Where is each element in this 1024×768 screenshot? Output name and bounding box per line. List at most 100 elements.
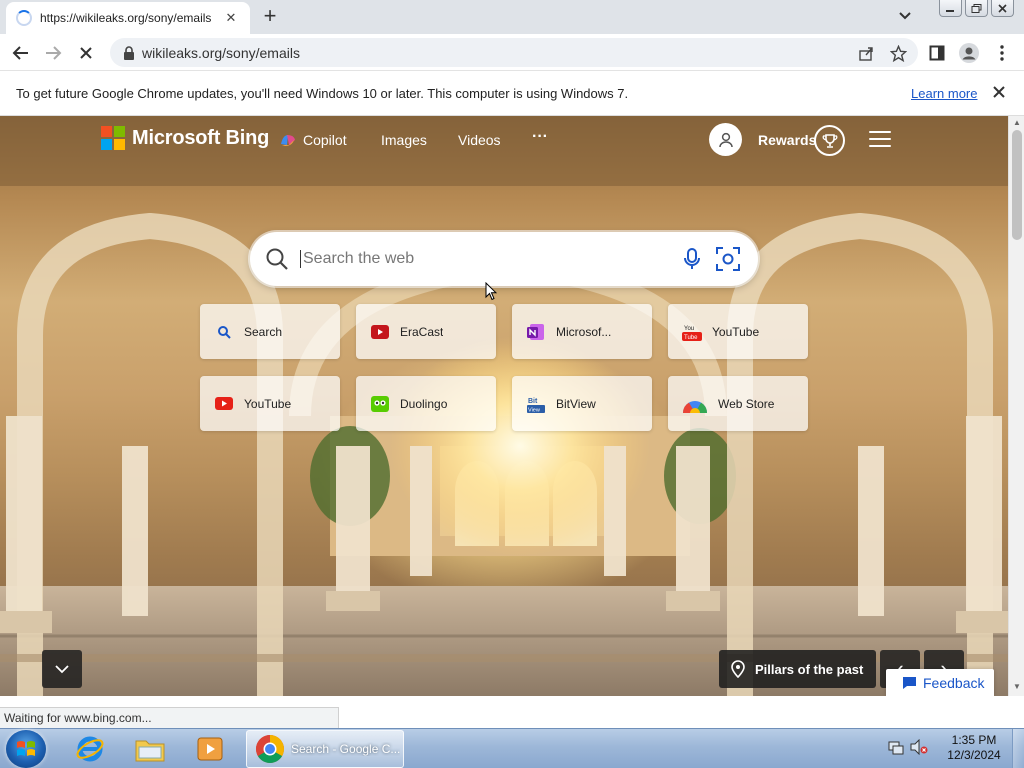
back-button[interactable] [8,40,34,66]
browser-menu-button[interactable] [989,40,1015,66]
infobar-message: To get future Google Chrome updates, you… [16,86,629,101]
feedback-icon [903,676,916,689]
page-scrollbar[interactable]: ▲ ▼ [1008,116,1024,696]
file-explorer-taskbar-button[interactable] [124,731,176,767]
voice-search-button[interactable] [680,247,704,271]
learn-more-link[interactable]: Learn more [911,86,977,101]
feedback-button[interactable]: Feedback [886,669,994,696]
search-input[interactable] [300,250,660,268]
scroll-up-icon[interactable]: ▲ [1009,118,1024,130]
window-controls [939,0,1014,17]
quick-link-tile[interactable]: Microsof... [512,304,652,359]
share-button[interactable] [853,40,879,66]
sign-in-avatar[interactable] [709,123,742,156]
quick-link-label: Duolingo [400,396,448,411]
bitview-icon: Bit View [526,394,546,414]
tab-title: https://wikileaks.org/sony/emails [40,11,212,25]
image-caption-text: Pillars of the past [755,661,864,677]
quick-link-label: EraCast [400,324,444,339]
copilot-icon [281,135,295,146]
lock-icon[interactable] [116,45,142,60]
scroll-down-icon[interactable]: ▼ [1009,682,1024,694]
nav-copilot[interactable]: Copilot [279,132,347,148]
svg-text:Bit: Bit [528,398,538,405]
chrome-webstore-icon [682,394,708,414]
bing-homepage: Microsoft Bing Copilot Images Videos ···… [0,116,1008,696]
duolingo-icon [370,394,390,414]
microphone-icon [684,248,700,269]
nav-more-button[interactable]: ··· [532,128,548,146]
taskbar-clock[interactable]: 1:35 PM 12/3/2024 [944,733,1004,763]
stop-loading-button[interactable] [73,40,99,66]
share-icon [858,46,873,61]
collapse-feed-button[interactable] [42,650,82,688]
kebab-menu-icon [1000,45,1004,61]
svg-text:View: View [528,407,540,413]
quick-link-label: Microsof... [556,324,612,339]
bookmark-button[interactable] [885,40,911,66]
bing-logo[interactable]: Microsoft Bing [101,126,269,150]
chrome-taskbar-label: Search - Google C... [291,742,401,756]
side-panel-button[interactable] [924,40,950,66]
restore-button[interactable] [965,0,988,17]
start-button[interactable] [6,730,46,768]
media-player-taskbar-button[interactable] [184,731,236,767]
tab-search-button[interactable] [893,8,917,26]
profile-button[interactable] [956,40,982,66]
chrome-taskbar-button[interactable]: Search - Google C... [246,730,404,768]
windows-logo-icon [17,741,35,756]
internet-explorer-taskbar-button[interactable] [64,731,116,767]
rewards-link[interactable]: Rewards [758,132,816,148]
tab-strip: https://wikileaks.org/sony/emails ✕ + [0,0,1024,34]
rewards-trophy-button[interactable] [814,125,845,156]
close-icon [998,3,1007,13]
camera-search-icon [716,247,740,271]
quick-link-label: Search [244,324,283,339]
forward-button[interactable] [40,40,66,66]
star-icon [889,44,907,62]
status-area: Waiting for www.bing.com... [0,696,1024,728]
quick-link-tile[interactable]: Bit View Bit View [512,376,652,431]
youtube-icon: You Tube [682,322,702,342]
scrollbar-thumb[interactable] [1012,130,1022,240]
nav-images[interactable]: Images [381,132,427,148]
chrome-icon [256,735,284,763]
tab-close-button[interactable]: ✕ [222,10,240,26]
volume-muted-icon[interactable] [910,738,928,760]
youtube-icon [214,394,234,414]
quick-link-tile[interactable]: YouTube [200,376,340,431]
show-desktop-button[interactable] [1012,729,1024,768]
image-caption-button[interactable]: Pillars of the past [719,650,876,688]
infobar-close-button[interactable] [990,83,1008,101]
onenote-icon [526,322,546,342]
close-window-button[interactable] [991,0,1014,17]
quick-link-tile[interactable]: You Tube YouTube [668,304,808,359]
mouse-cursor-icon [485,282,497,301]
search-icon [214,322,234,342]
clock-time: 1:35 PM [951,733,997,747]
quick-link-tile[interactable]: Duolingo [356,376,496,431]
nav-videos[interactable]: Videos [458,132,501,148]
profile-icon [959,43,979,63]
browser-tab[interactable]: https://wikileaks.org/sony/emails ✕ [6,2,250,34]
new-tab-button[interactable]: + [258,5,282,29]
visual-search-button[interactable] [715,246,741,272]
internet-explorer-icon [76,736,104,762]
chevron-down-icon [899,12,911,20]
screen: https://wikileaks.org/sony/emails ✕ + wi… [0,0,1024,768]
quick-link-label: Web Store [718,396,775,411]
quick-link-tile[interactable]: Search [200,304,340,359]
close-icon [993,86,1005,98]
settings-menu-button[interactable] [869,131,891,149]
quick-link-tile[interactable]: EraCast [356,304,496,359]
feedback-label: Feedback [923,674,985,691]
network-icon[interactable] [888,739,904,760]
background-image [0,116,1008,696]
svg-text:Tube: Tube [684,335,698,341]
play-icon [370,322,390,342]
folder-icon [135,740,165,762]
minimize-button[interactable] [939,0,962,17]
microsoft-logo-icon [101,126,125,150]
quick-link-tile[interactable]: Web Store [668,376,808,431]
address-bar[interactable]: wikileaks.org/sony/emails [110,38,918,67]
